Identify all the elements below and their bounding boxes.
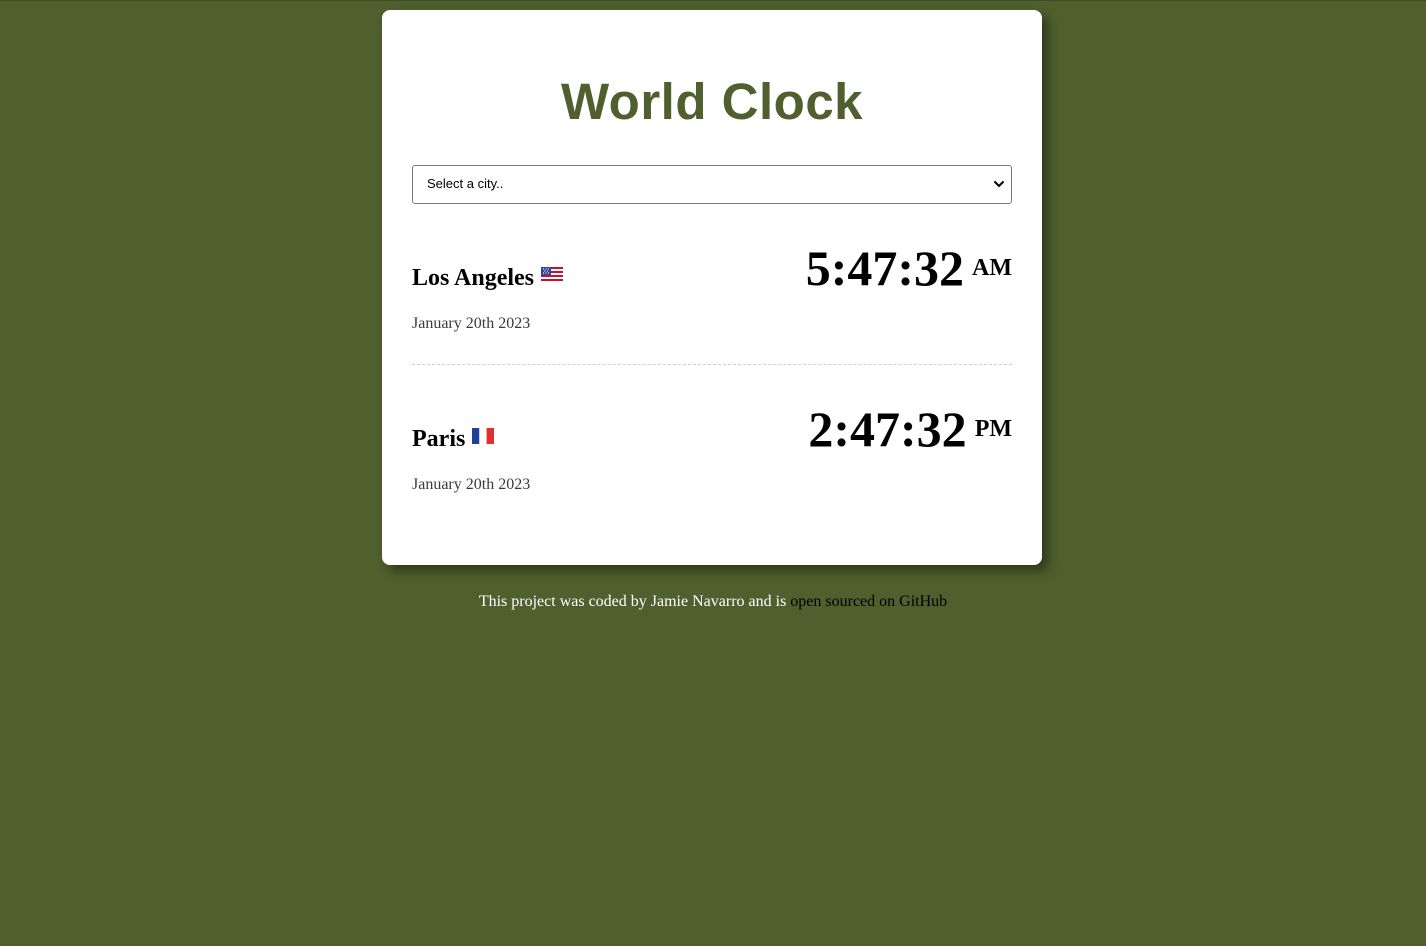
city-divider	[412, 364, 1012, 365]
city-time: 2:47:32 PM	[808, 400, 1012, 458]
city-name-row: Paris	[412, 424, 495, 454]
time-ampm: AM	[972, 255, 1012, 281]
footer: This project was coded by Jamie Navarro …	[0, 593, 1426, 611]
time-value: 5:47:32	[805, 240, 965, 296]
github-link[interactable]: open sourced on GitHub	[790, 593, 947, 610]
fr-flag-icon	[472, 424, 495, 451]
city-name: Los Angeles	[412, 265, 535, 291]
time-ampm: PM	[974, 416, 1012, 442]
city-time: 5:47:32 AM	[806, 239, 1012, 297]
city-name: Paris	[412, 426, 466, 452]
city-select-value: Select a city..	[427, 176, 504, 191]
city-entry-paris: Paris January 20th 2023 2:47:32 PM	[412, 396, 1012, 526]
page-title: World Clock	[560, 73, 864, 130]
city-name-row: Los Angeles	[412, 263, 564, 293]
footer-text: This project was coded by Jamie Navarro …	[478, 593, 791, 610]
clock-card: World Clock Select a city.. Los Angeles	[382, 10, 1042, 565]
us-flag-icon	[541, 263, 564, 290]
city-date: January 20th 2023	[412, 476, 531, 493]
time-value: 2:47:32	[808, 401, 967, 457]
chevron-down-icon	[993, 177, 1005, 191]
city-entry-los-angeles: Los Angeles January 20th 2023 5:47:32 AM	[412, 235, 1012, 365]
city-date: January 20th 2023	[412, 315, 531, 332]
city-select[interactable]: Select a city..	[412, 165, 1012, 204]
